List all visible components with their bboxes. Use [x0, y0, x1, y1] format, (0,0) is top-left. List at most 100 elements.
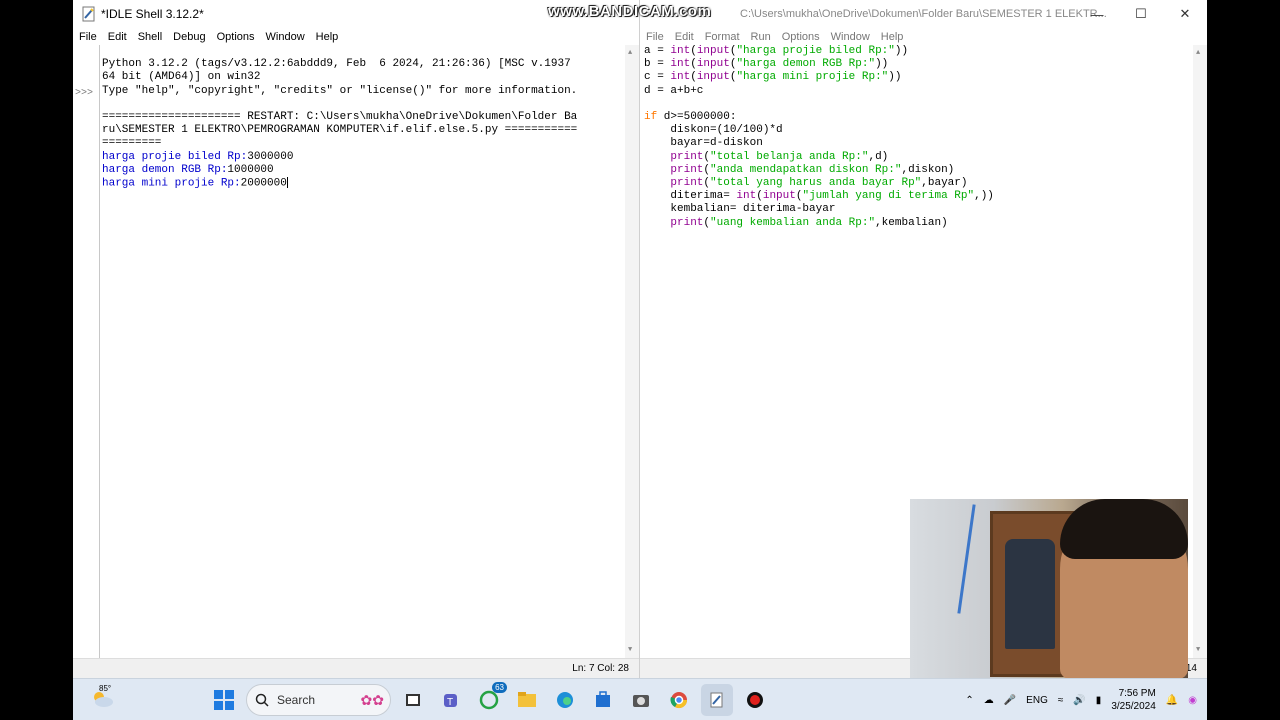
shell-menubar: File Edit Shell Debug Options Window Hel…	[73, 28, 639, 45]
input-value: 2000000	[240, 177, 287, 190]
teams-icon[interactable]: T	[435, 684, 467, 716]
input-value: 3000000	[247, 150, 294, 163]
code-line: a = int(input("harga projie biled Rp:"))	[644, 45, 909, 57]
shell-header-line: 64 bit (AMD64)] on win32	[102, 71, 261, 84]
copilot-icon[interactable]: ◉	[1188, 695, 1197, 706]
shell-cursor-position: Ln: 7 Col: 28	[572, 663, 629, 674]
shell-restart-line: ===================== RESTART: C:\Users\…	[102, 111, 578, 124]
scroll-up-icon[interactable]: ▲	[1196, 47, 1200, 60]
shell-menu-window[interactable]: Window	[266, 31, 305, 43]
taskbar-search-box[interactable]: Search ✿✿	[246, 684, 391, 716]
code-line: b = int(input("harga demon RGB Rp:"))	[644, 58, 889, 71]
widgets-flowers-icon: ✿✿	[360, 691, 384, 708]
shell-output-line: harga mini projie Rp:2000000	[102, 177, 625, 191]
bandicam-watermark: www.BANDICAM.com	[548, 3, 712, 20]
svg-text:T: T	[447, 697, 453, 708]
shell-header-line: Python 3.12.2 (tags/v3.12.2:6abddd9, Feb…	[102, 58, 571, 71]
editor-menu-window[interactable]: Window	[831, 31, 870, 43]
taskbar: 85° Search ✿✿ T 63 ⌃ ☁ 🎤 ENG ≈ 🔊 ▮ 7:56 …	[73, 678, 1207, 720]
desktop-screen: *IDLE Shell 3.12.2* File Edit Shell Debu…	[73, 0, 1207, 720]
system-tray: ⌃ ☁ 🎤 ENG ≈ 🔊 ▮ 7:56 PM 3/25/2024 🔔 ◉	[965, 679, 1207, 720]
close-icon[interactable]: ✕	[1163, 0, 1207, 28]
shell-menu-debug[interactable]: Debug	[173, 31, 205, 43]
whatsapp-badge: 63	[492, 682, 507, 693]
input-prompt-text: harga mini projie Rp:	[102, 177, 241, 190]
webcam-broom	[957, 504, 976, 614]
task-view-icon[interactable]	[397, 684, 429, 716]
shell-scrollbar[interactable]: ▲ ▼	[625, 45, 639, 659]
shell-menu-options[interactable]: Options	[217, 31, 255, 43]
code-line: print("total yang harus anda bayar Rp",b…	[670, 177, 968, 190]
input-prompt-text: harga projie biled Rp:	[102, 150, 248, 163]
idle-app-icon	[82, 6, 95, 22]
shell-menu-shell[interactable]: Shell	[138, 31, 162, 43]
scroll-up-icon[interactable]: ▲	[628, 47, 632, 60]
scroll-down-icon[interactable]: ▼	[1196, 644, 1200, 657]
shell-menu-file[interactable]: File	[79, 31, 97, 43]
maximize-icon[interactable]: ☐	[1119, 0, 1163, 28]
shell-menu-help[interactable]: Help	[316, 31, 339, 43]
webcam-hanging-clothes	[1005, 539, 1055, 649]
microphone-icon[interactable]: 🎤	[1004, 695, 1016, 706]
notification-bell-icon[interactable]: 🔔	[1166, 695, 1178, 706]
code-line: print("anda mendapatkan diskon Rp:",disk…	[670, 163, 955, 176]
volume-icon[interactable]: 🔊	[1073, 695, 1085, 706]
clock[interactable]: 7:56 PM 3/25/2024	[1111, 687, 1156, 713]
edge-icon[interactable]	[549, 684, 581, 716]
shell-restart-line: =========	[102, 137, 162, 150]
shell-menu-edit[interactable]: Edit	[108, 31, 127, 43]
idle-taskbar-icon[interactable]	[701, 684, 733, 716]
shell-prompt-gutter: >>>	[73, 45, 100, 659]
editor-menu-options[interactable]: Options	[782, 31, 820, 43]
search-icon	[255, 693, 269, 707]
whatsapp-icon[interactable]: 63	[473, 682, 507, 716]
text-cursor	[286, 177, 288, 189]
taskbar-apps: Search ✿✿ T 63	[208, 682, 771, 716]
search-label: Search	[277, 693, 316, 707]
code-line: if d>=5000000:	[644, 111, 737, 124]
idle-shell-window: *IDLE Shell 3.12.2* File Edit Shell Debu…	[73, 0, 640, 678]
shell-text-area[interactable]: >>> Python 3.12.2 (tags/v3.12.2:6abddd9,…	[73, 45, 639, 659]
input-value: 1000000	[227, 163, 274, 176]
language-indicator[interactable]: ENG	[1026, 695, 1048, 706]
editor-menu-edit[interactable]: Edit	[675, 31, 694, 43]
editor-menu-run[interactable]: Run	[751, 31, 771, 43]
editor-menu-format[interactable]: Format	[705, 31, 740, 43]
webcam-person-hair	[1060, 499, 1188, 559]
code-line: print("uang kembalian anda Rp:",kembalia…	[670, 216, 948, 229]
onedrive-icon[interactable]: ☁	[984, 695, 994, 706]
editor-scrollbar[interactable]: ▲ ▼	[1193, 45, 1207, 659]
chevron-up-icon[interactable]: ⌃	[965, 695, 973, 706]
editor-menu-file[interactable]: File	[646, 31, 664, 43]
code-line: c = int(input("harga mini projie Rp:"))	[644, 71, 902, 84]
battery-icon[interactable]: ▮	[1096, 695, 1102, 706]
shell-output-line: harga projie biled Rp:3000000	[102, 151, 625, 164]
clock-date: 3/25/2024	[1111, 701, 1156, 712]
shell-title: *IDLE Shell 3.12.2*	[101, 7, 204, 21]
source-code[interactable]: a = int(input("harga projie biled Rp:"))…	[644, 45, 1193, 230]
store-icon[interactable]	[587, 684, 619, 716]
shell-output[interactable]: Python 3.12.2 (tags/v3.12.2:6abddd9, Feb…	[102, 45, 625, 217]
shell-header-line: Type "help", "copyright", "credits" or "…	[102, 84, 578, 97]
scroll-down-icon[interactable]: ▼	[628, 644, 632, 657]
code-line: bayar=d-diskon	[644, 137, 763, 150]
camera-icon[interactable]	[625, 684, 657, 716]
shell-output-line: harga demon RGB Rp:1000000	[102, 164, 625, 177]
code-line: diterima= int(input("jumlah yang di teri…	[644, 190, 994, 203]
wifi-icon[interactable]: ≈	[1058, 695, 1064, 706]
editor-menu-help[interactable]: Help	[881, 31, 904, 43]
webcam-overlay	[910, 499, 1188, 678]
file-explorer-icon[interactable]	[511, 684, 543, 716]
record-icon[interactable]	[739, 684, 771, 716]
shell-statusbar: Ln: 7 Col: 28	[73, 658, 639, 678]
input-prompt-text: harga demon RGB Rp:	[102, 163, 228, 176]
code-line: d = a+b+c	[644, 84, 704, 97]
chrome-icon[interactable]	[663, 684, 695, 716]
shell-restart-line: ru\SEMESTER 1 ELEKTRO\PEMROGRAMAN KOMPUT…	[102, 124, 578, 137]
windows-start-icon[interactable]	[208, 684, 240, 716]
window-controls: — ☐ ✕	[1075, 0, 1207, 28]
editor-menubar: File Edit Format Run Options Window Help	[640, 28, 1207, 45]
minimize-icon[interactable]: —	[1075, 0, 1119, 28]
weather-temperature: 85°	[99, 684, 112, 693]
